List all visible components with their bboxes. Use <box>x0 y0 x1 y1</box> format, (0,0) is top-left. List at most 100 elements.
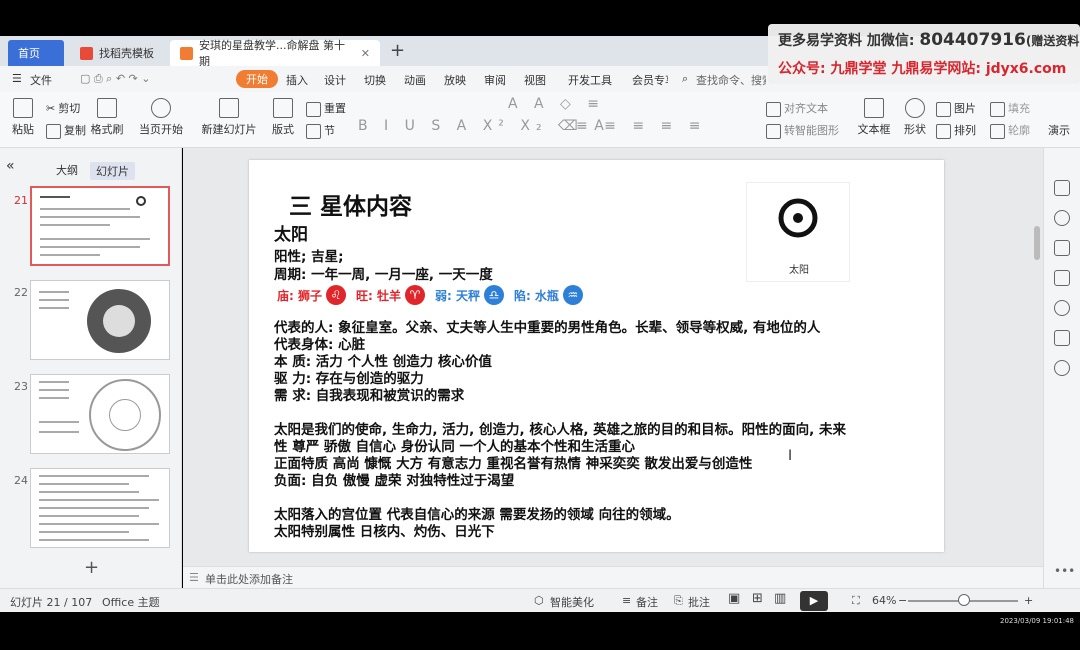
arrange-button[interactable]: 排列 <box>936 122 976 139</box>
reading-view-icon[interactable]: ▥ <box>774 591 786 606</box>
magic-icon[interactable] <box>1054 240 1070 256</box>
leo-icon: ♌ <box>325 285 346 305</box>
notes-toggle-button[interactable]: 备注 <box>636 594 658 610</box>
outline-button[interactable]: 轮廓 <box>990 122 1030 139</box>
play-icon <box>151 98 171 118</box>
slide-thumbnail-22[interactable] <box>30 280 170 360</box>
font-size-buttons[interactable]: A A ◇ ≡ <box>508 96 605 112</box>
menu-transition[interactable]: 切换 <box>364 72 386 88</box>
close-icon[interactable]: ✕ <box>361 47 370 60</box>
current-slide[interactable]: 三 星体内容 太阳 阳性; 吉星; 周期: 一年一周, 一月一座, 一天一度 庙… <box>249 160 944 552</box>
tab-docer[interactable]: 找稻壳模板 <box>70 40 170 66</box>
tab-outline[interactable]: 大纲 <box>56 162 78 178</box>
sun-icon <box>136 196 146 206</box>
layout-button[interactable]: 版式 <box>268 98 298 137</box>
more-icon[interactable]: ••• <box>1054 564 1075 578</box>
slide-subtitle: 太阳 <box>274 225 308 245</box>
sign-label-aries: 旺: 牡羊 <box>355 288 401 303</box>
play-from-current-button[interactable]: 当页开始 <box>138 98 184 137</box>
tab-presentation[interactable]: 安琪的星盘教学...命解盘 第十期 ✕ <box>170 39 380 68</box>
paste-button[interactable]: 粘贴 <box>8 98 38 137</box>
slide-thumbnail-21[interactable] <box>30 186 170 266</box>
animation-icon[interactable] <box>1054 210 1070 226</box>
menu-home[interactable]: 开始 <box>236 70 278 88</box>
comment-icon: ⎘ <box>674 594 683 607</box>
properties-icon[interactable] <box>1054 180 1070 196</box>
play-slideshow-button[interactable]: ▶ <box>800 591 828 611</box>
normal-view-icon[interactable]: ▣ <box>728 591 740 606</box>
align-text-button[interactable]: 对齐文本 <box>766 100 828 117</box>
notes-area[interactable]: ☰ 单击此处添加备注 <box>183 566 1043 588</box>
right-tool-sidebar: ••• <box>1043 148 1080 588</box>
paste-icon <box>13 98 33 118</box>
section-button[interactable]: 节 <box>306 122 335 139</box>
aquarius-icon: ♒ <box>562 285 583 305</box>
sun-icon <box>778 198 818 238</box>
copy-icon <box>46 123 61 139</box>
textbox-button[interactable]: 文本框 <box>856 98 892 137</box>
paragraph-align-buttons[interactable]: ≡ ≡ ≡ ≡ ≡ <box>576 118 706 134</box>
present-button[interactable]: 演示 <box>1048 122 1070 138</box>
shape-icon <box>905 98 925 118</box>
format-painter-button[interactable]: 格式刷 <box>90 98 124 137</box>
menu-view[interactable]: 视图 <box>524 72 546 88</box>
fit-window-icon[interactable]: ⛶ <box>852 594 860 608</box>
search-icon[interactable]: ⌕ <box>682 72 688 86</box>
smart-beautify-button[interactable]: 智能美化 <box>550 594 594 610</box>
font-format-buttons[interactable]: B I U S A X² X₂ ⌫ A <box>358 118 610 134</box>
slide-number: 24 <box>14 474 28 487</box>
slide-thumbnail-23[interactable] <box>30 374 170 454</box>
cut-button[interactable]: ✂ 剪切 <box>46 100 80 116</box>
sorter-view-icon[interactable]: ⊞ <box>752 591 763 606</box>
add-slide-button[interactable]: + <box>84 557 99 578</box>
tab-slides[interactable]: 幻灯片 <box>90 162 135 180</box>
tab-label: 安琪的星盘教学...命解盘 第十期 <box>199 39 345 68</box>
sun-card-label: 太阳 <box>789 265 809 276</box>
screen-bottom-border: 2023/03/09 19:01:48 <box>0 612 1080 650</box>
picture-button[interactable]: 图片 <box>936 100 976 117</box>
slide-title: 三 星体内容 <box>289 194 413 220</box>
book-icon[interactable] <box>1054 330 1070 346</box>
comments-button[interactable]: 批注 <box>688 594 710 610</box>
slide-number: 22 <box>14 286 28 299</box>
layout-icon <box>273 98 293 118</box>
image-icon[interactable] <box>1054 270 1070 286</box>
libra-icon: ♎ <box>483 285 504 305</box>
location-icon[interactable] <box>1054 300 1070 316</box>
menu-design[interactable]: 设计 <box>324 72 346 88</box>
menu-insert[interactable]: 插入 <box>286 72 308 88</box>
quick-access-icons[interactable]: ▢ ⎙ ⌕ ↶ ↷ ⌄ <box>80 72 151 86</box>
menu-animation[interactable]: 动画 <box>404 72 426 88</box>
slide-line-special: 太阳特别属性 日核内、灼伤、日光下 <box>274 524 495 540</box>
menu-review[interactable]: 审阅 <box>484 72 506 88</box>
sun-symbol-card: 太阳 <box>746 182 850 282</box>
collapse-panel-icon[interactable]: « <box>6 158 15 174</box>
fill-button[interactable]: 填充 <box>990 100 1030 117</box>
slide-thumbnail-24[interactable] <box>30 468 170 548</box>
shape-button[interactable]: 形状 <box>900 98 930 137</box>
menu-developer[interactable]: 开发工具 <box>568 72 612 88</box>
zoom-in-button[interactable]: + <box>1024 594 1033 607</box>
slide-number: 21 <box>14 194 28 207</box>
new-tab-button[interactable]: + <box>390 40 405 61</box>
sign-label-leo: 庙: 狮子 <box>277 288 322 303</box>
zoom-out-button[interactable]: − <box>898 594 907 607</box>
reset-button[interactable]: 重置 <box>306 100 346 117</box>
outline-icon <box>990 123 1005 139</box>
copy-button[interactable]: 复制 <box>46 122 86 139</box>
smart-graphic-button[interactable]: 转智能图形 <box>766 122 839 139</box>
menu-member[interactable]: 会员专享 <box>632 72 668 88</box>
theme-name[interactable]: Office 主题 <box>102 594 160 610</box>
watermark-ad-overlay: 更多易学资料 加微信: 804407916(赠送资料) 公众号: 九鼎学堂 九鼎… <box>768 24 1080 84</box>
slide-line-negative: 负面: 自负 傲慢 虚荣 对独特性过于渴望 <box>274 473 515 489</box>
search-command-input[interactable]: 查找命令、搜索 <box>696 72 766 88</box>
zoom-slider-handle[interactable] <box>958 594 970 606</box>
menu-file[interactable]: 文件 <box>30 72 52 88</box>
menu-icon[interactable]: ☰ <box>12 72 22 85</box>
slide-line-cycle: 周期: 一年一周, 一月一座, 一天一度 <box>274 267 493 283</box>
vertical-scrollbar[interactable] <box>1034 226 1040 260</box>
menu-slideshow[interactable]: 放映 <box>444 72 466 88</box>
tab-home[interactable]: 首页 <box>8 40 64 66</box>
new-slide-button[interactable]: 新建幻灯片 <box>200 98 258 137</box>
help-icon[interactable] <box>1054 360 1070 376</box>
